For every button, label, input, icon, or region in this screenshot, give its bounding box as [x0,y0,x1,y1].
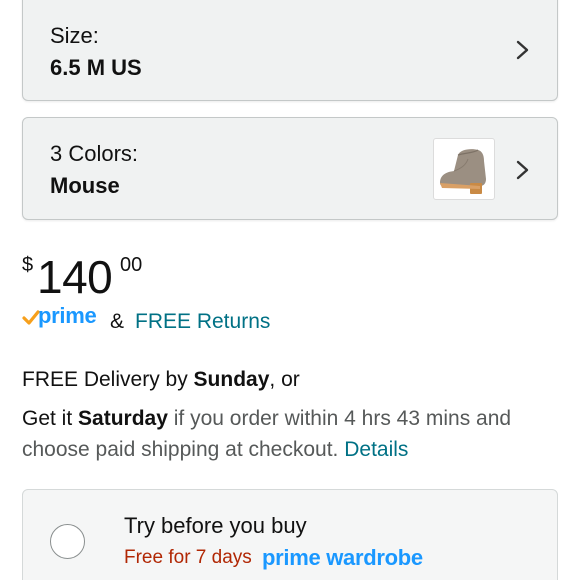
price-fraction: 00 [120,254,143,276]
details-link[interactable]: Details [344,438,408,461]
prime-ampersand: & [110,310,125,333]
prime-wardrobe-logo: prime wardrobe [262,545,423,570]
boot-thumbnail[interactable] [433,138,495,200]
size-selector[interactable]: Size: 6.5 M US [22,0,558,101]
chevron-right-icon [516,40,529,60]
color-label: 3 Colors: [50,141,139,166]
delivery-info: FREE Delivery by Sunday, or Get it Satur… [22,364,562,465]
delivery-day: Sunday [193,368,270,391]
size-value: 6.5 M US [50,55,142,80]
chevron-right-icon [516,160,529,180]
delivery-line-free: FREE Delivery by Sunday, or [22,368,300,391]
size-label: Size: [50,23,99,48]
boot-icon [440,149,486,194]
fast-delivery-day: Saturday [78,407,168,430]
price-currency: $ [22,254,34,276]
free-returns-link[interactable]: FREE Returns [135,310,270,334]
color-value: Mouse [50,173,120,198]
delivery-line-fast: Get it Saturday if you order within 4 hr… [22,407,512,461]
free-trial-text: Free for 7 days [124,547,252,568]
color-selector[interactable]: 3 Colors: Mouse [22,117,558,220]
prime-logo: prime [38,303,97,328]
try-before-you-buy-box[interactable]: Try before you buy Free for 7 days prime… [22,489,558,580]
try-before-buy-title: Try before you buy [124,513,307,538]
try-before-buy-radio[interactable] [50,524,85,559]
prime-returns-row: prime & FREE Returns [22,302,422,334]
price-whole: 140 [37,251,113,303]
